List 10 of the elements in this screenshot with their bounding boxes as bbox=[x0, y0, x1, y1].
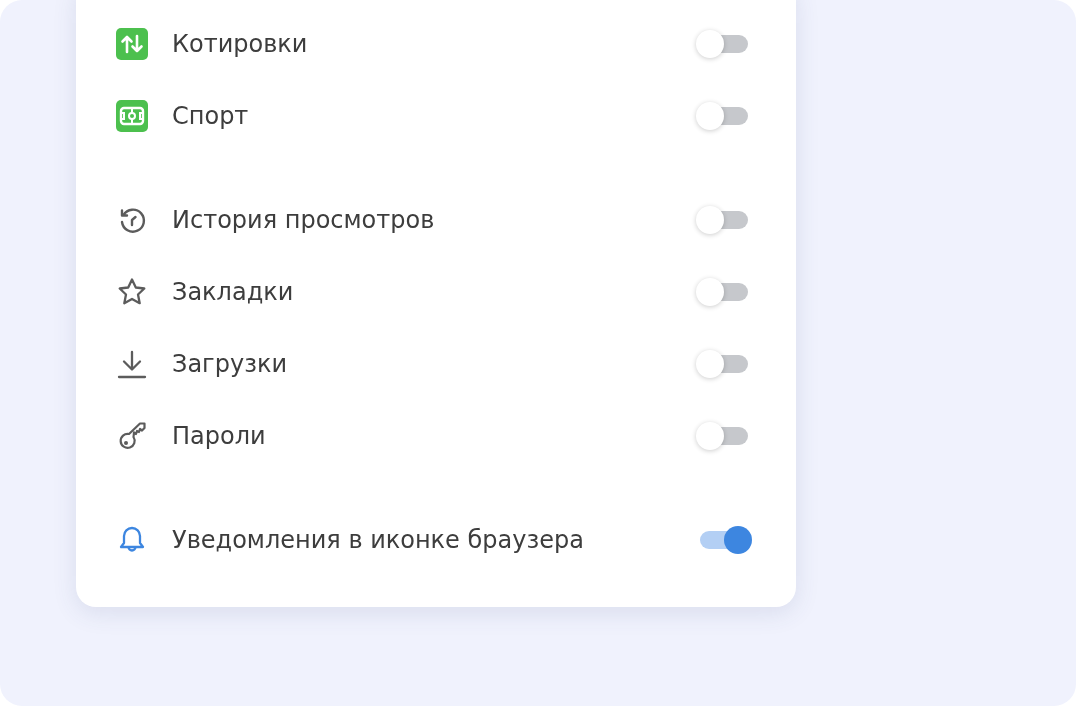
setting-label: Уведомления в иконке браузера bbox=[172, 526, 585, 554]
setting-label: Котировки bbox=[172, 30, 309, 58]
setting-label: Загрузки bbox=[172, 350, 288, 378]
setting-label: Спорт bbox=[172, 102, 250, 130]
setting-label: История просмотров bbox=[172, 206, 436, 234]
download-icon bbox=[116, 348, 148, 380]
setting-label: Закладки bbox=[172, 278, 295, 306]
arrows-icon bbox=[116, 28, 148, 60]
setting-label: Пароли bbox=[172, 422, 267, 450]
field-icon bbox=[116, 100, 148, 132]
